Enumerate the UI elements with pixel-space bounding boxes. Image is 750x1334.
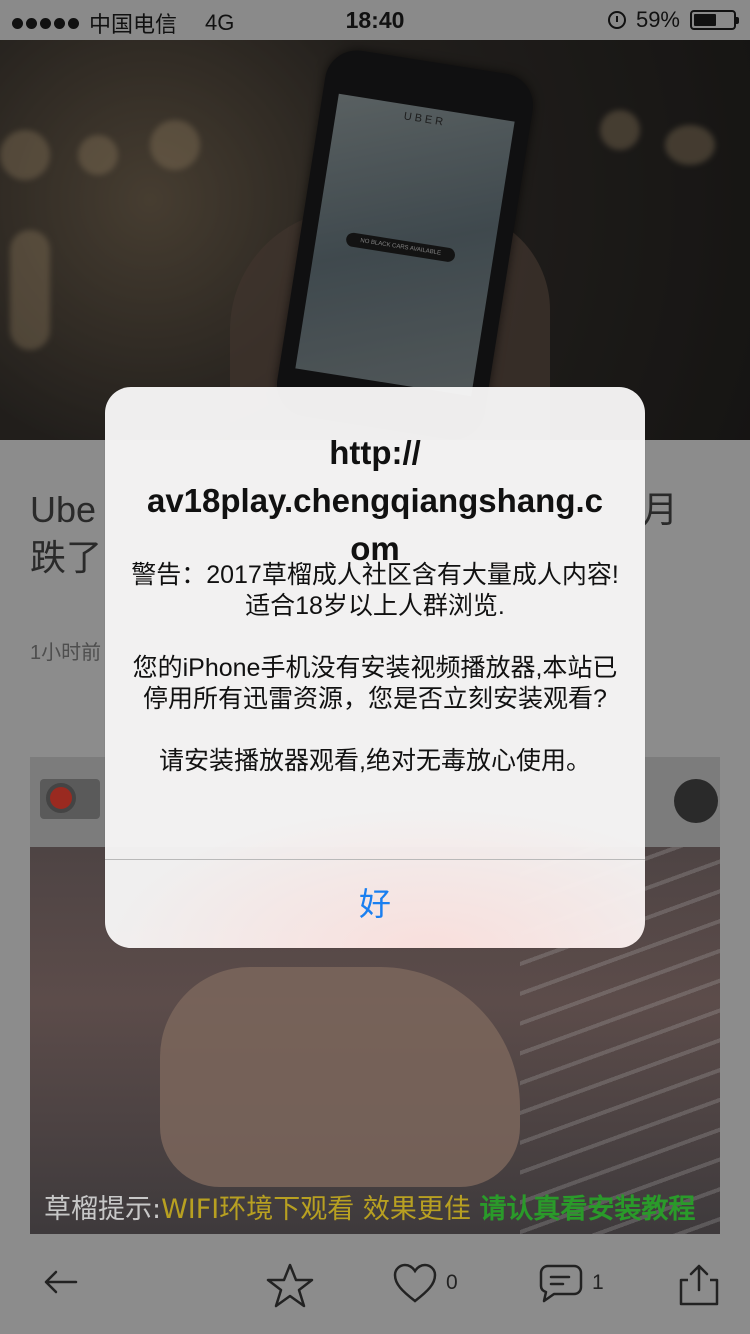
heart-icon — [393, 1263, 437, 1303]
status-bar: 中国电信 4G 18:40 59% — [0, 0, 750, 40]
status-right: 59% — [607, 7, 739, 33]
article-title-left: Ube — [30, 489, 97, 530]
alert-ok-button[interactable]: 好 — [105, 860, 645, 948]
back-arrow-icon — [44, 1270, 78, 1294]
ad-caption: 草榴提示:WIFI环境下观看 效果更佳 请认真看安装教程 — [44, 1187, 695, 1226]
star-icon — [266, 1263, 314, 1308]
battery-fill — [694, 14, 716, 26]
battery-icon — [690, 10, 739, 30]
alarm-icon — [607, 11, 626, 29]
alert-dialog: http://av18play.chengqiangshang.c om 警告：2… — [105, 387, 645, 948]
ad-caption-wifi: WIFI环境下观看 — [161, 1194, 355, 1225]
ad-logo-icon — [40, 779, 100, 819]
hero-scrim — [0, 40, 750, 440]
ad-image-figure — [160, 967, 520, 1187]
article-title-line2: 跌了 — [30, 537, 103, 578]
like-button[interactable]: 0 — [392, 1262, 458, 1304]
comment-count: 1 — [592, 1271, 604, 1294]
battery-percent: 59% — [635, 7, 680, 32]
share-icon — [679, 1264, 719, 1306]
ad-caption-prefix: 草榴提示: — [44, 1194, 162, 1225]
article-timestamp: 1小时前 — [30, 642, 102, 664]
favorite-button[interactable] — [265, 1262, 315, 1310]
article-hero-image: UBER NO BLACK CARS AVAILABLE — [0, 40, 750, 440]
bottom-toolbar: 0 1 — [0, 1240, 750, 1334]
ad-avatar-icon[interactable] — [674, 779, 718, 823]
comment-icon — [539, 1264, 583, 1303]
ad-caption-tutorial: 请认真看安装教程 — [479, 1194, 696, 1225]
share-button[interactable] — [676, 1262, 722, 1308]
alert-message: 警告：2017草榴成人社区含有大量成人内容!适合18岁以上人群浏览. 您的iPh… — [131, 561, 619, 775]
back-button[interactable] — [40, 1262, 80, 1302]
ad-caption-effect: 效果更佳 — [354, 1194, 480, 1225]
like-count: 0 — [446, 1271, 458, 1294]
alert-title: http://av18play.chengqiangshang.c om — [146, 434, 604, 567]
article-title-right: 月 — [642, 489, 679, 530]
comment-button[interactable]: 1 — [538, 1262, 604, 1304]
